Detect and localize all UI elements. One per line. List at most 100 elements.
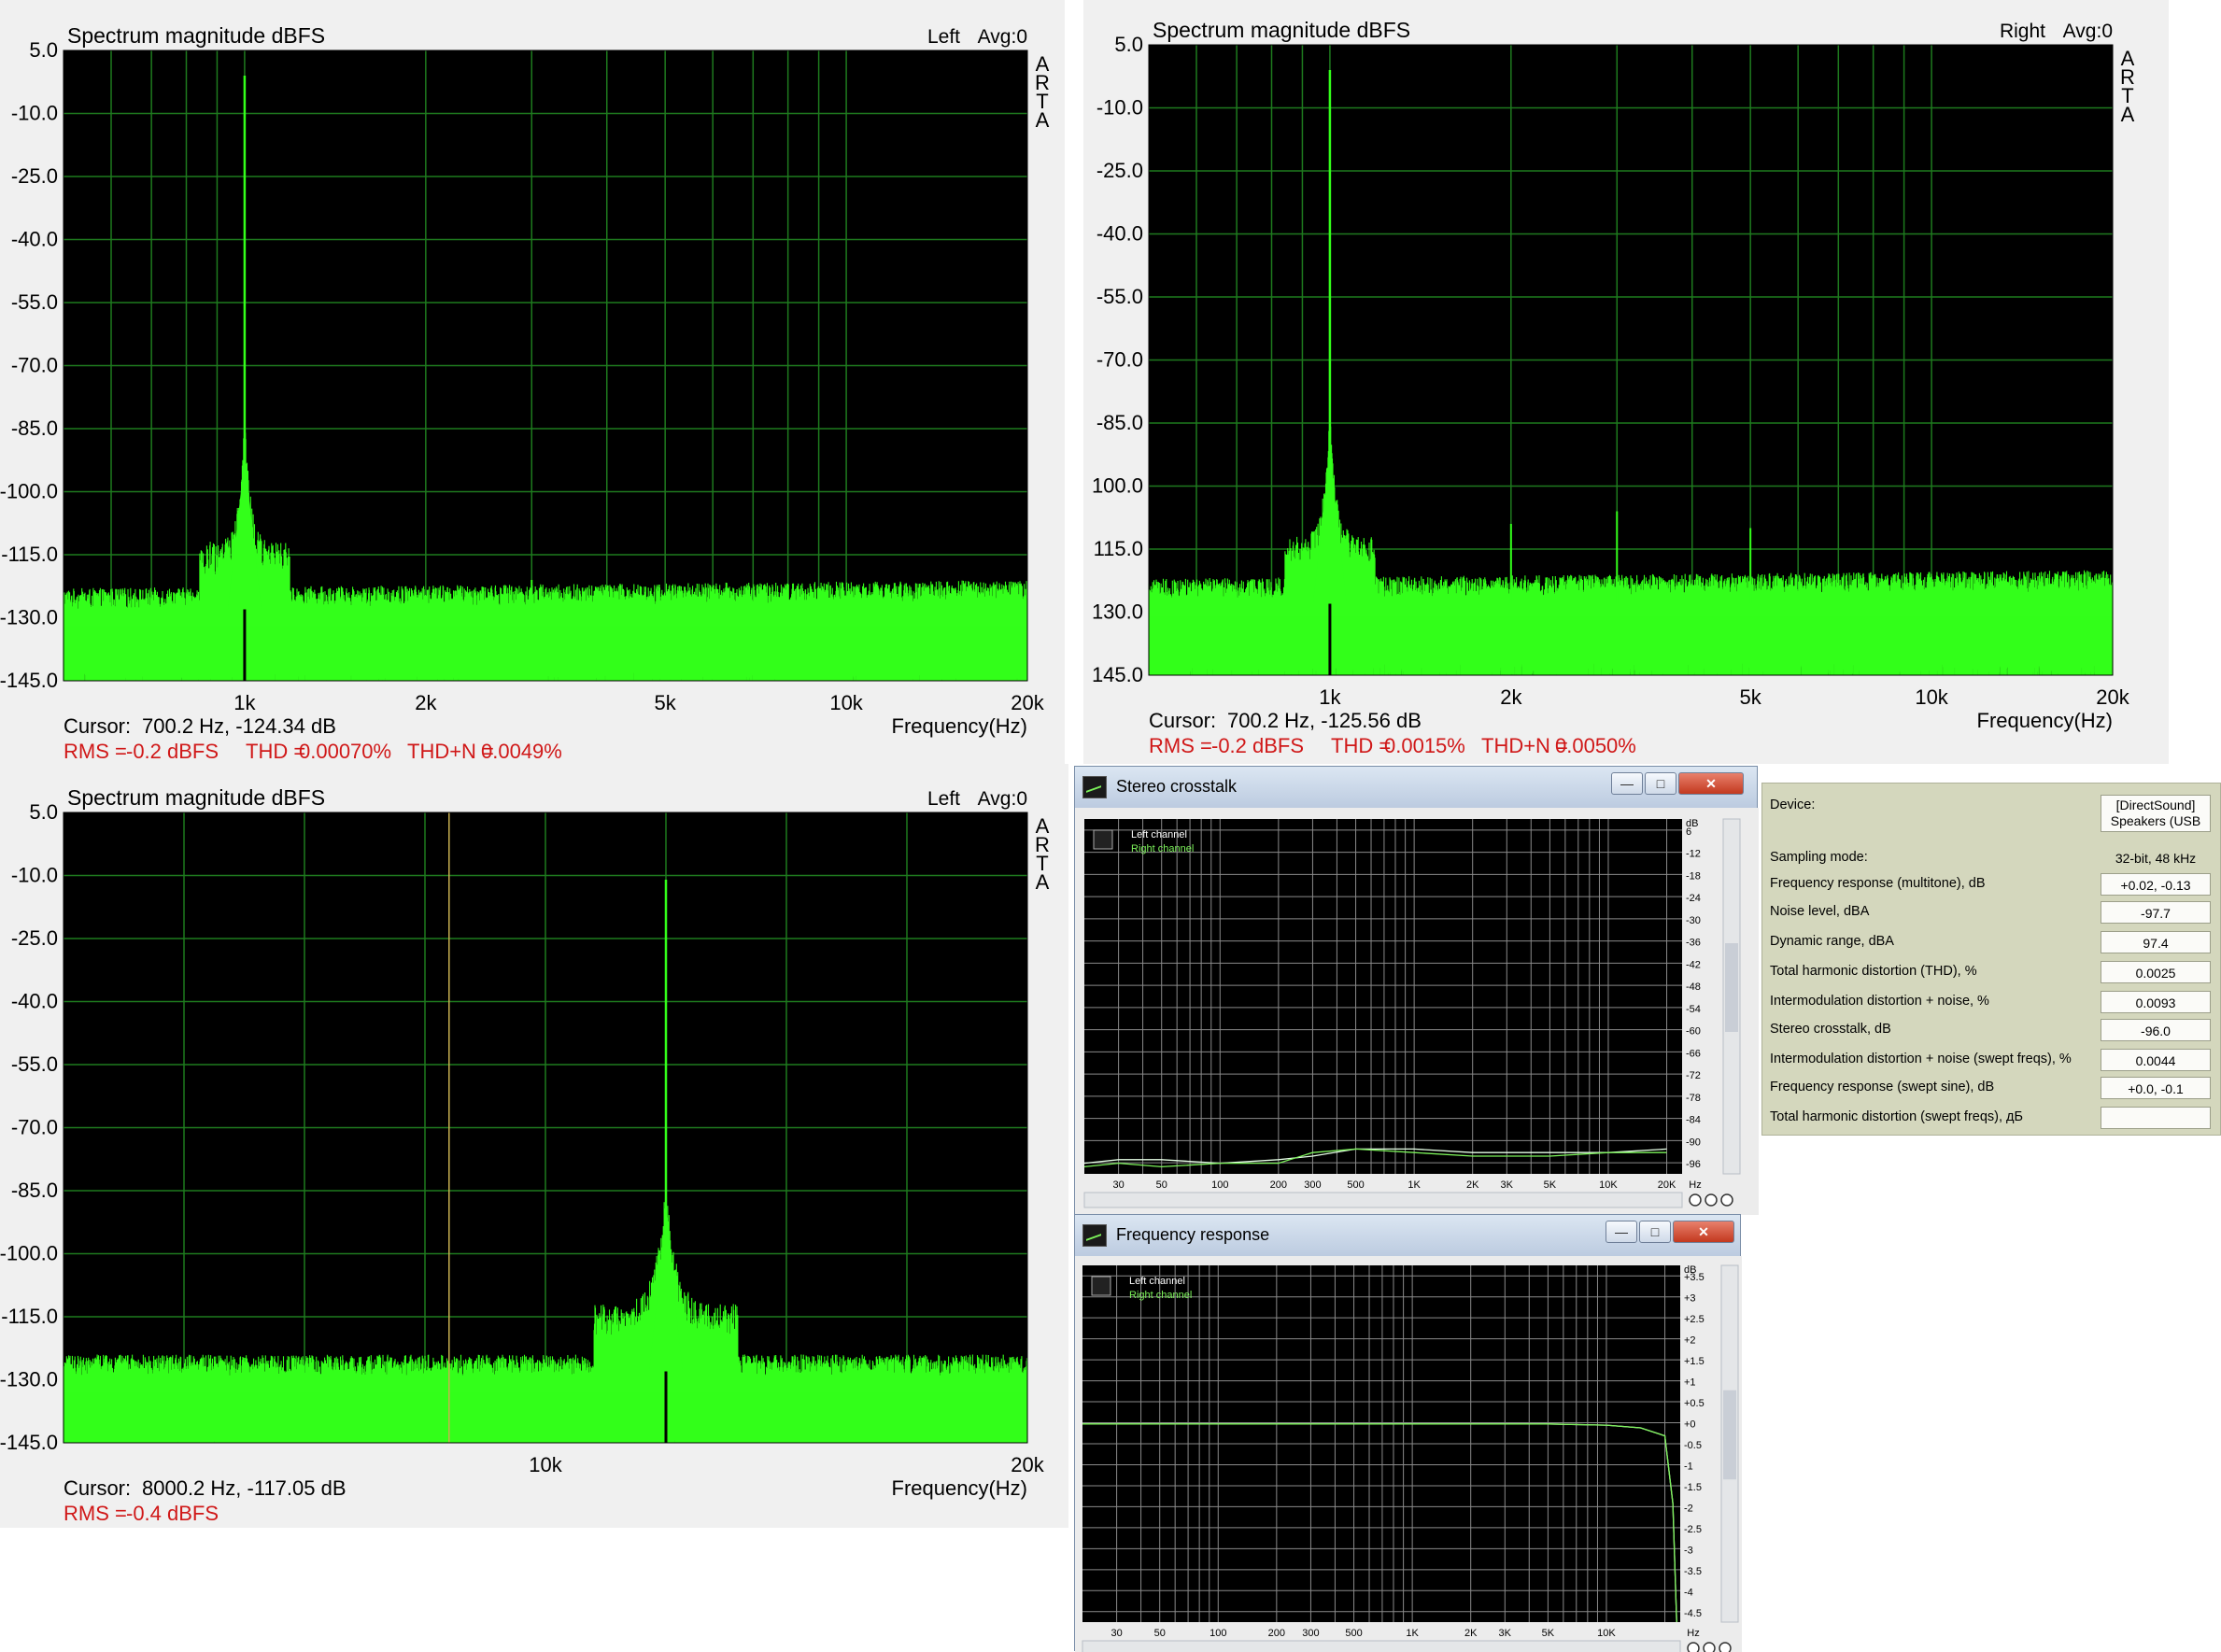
y-tick-label: -3.5 xyxy=(1684,1566,1702,1577)
x-unit-label: Hz xyxy=(1689,1179,1701,1191)
x-tick-label: 50 xyxy=(1154,1628,1166,1639)
arta-panel-left-2: 5.0 -10.0 -25.0 -40.0 -55.0 -70.0 -85.0 -100.0 -… xyxy=(0,764,1068,1528)
maximize-button[interactable]: □ xyxy=(1645,772,1676,795)
result-label: Total harmonic distortion (THD), % xyxy=(1770,964,1977,979)
result-value: -96.0 xyxy=(2101,1019,2211,1041)
x-tick-label: 100 xyxy=(1211,1179,1228,1191)
y-tick-label: -70.0 xyxy=(11,354,58,377)
y-tick-label: -42 xyxy=(1686,959,1701,970)
arta-panel-right: 5.0 -10.0 -25.0 -40.0 -55.0 -70.0 -85.0 100.0 11… xyxy=(1083,0,2169,764)
result-row: Intermodulation distortion + noise, % 0.0… xyxy=(1762,989,2220,1015)
scroll-thumb[interactable] xyxy=(1723,1390,1736,1480)
crosstalk-titlebar[interactable]: Stereo crosstalk — □ ✕ xyxy=(1075,767,1757,808)
arta-side-letter: A xyxy=(2121,103,2135,126)
y-tick-label: -85.0 xyxy=(1096,411,1143,434)
result-value: 0.0025 xyxy=(2101,961,2211,983)
legend-entry: Left channel xyxy=(1131,829,1187,840)
result-value xyxy=(2101,1107,2211,1129)
zoom-out-icon[interactable] xyxy=(1705,1193,1718,1207)
y-tick-label: -70.0 xyxy=(1096,348,1143,372)
device-field[interactable]: [DirectSound] Speakers (USB xyxy=(2101,795,2211,832)
y-tick-label: -115.0 xyxy=(1,1305,58,1328)
stat-value: -0.2 dBFS xyxy=(126,740,219,763)
y-tick-label: -24 xyxy=(1686,893,1701,904)
channel-label: Left xyxy=(927,788,960,810)
channel-label: Left xyxy=(927,26,960,48)
stat-value: 0.0050% xyxy=(1555,734,1636,757)
horizontal-scrollbar[interactable] xyxy=(1082,1640,1681,1652)
y-tick-label: -12 xyxy=(1686,849,1701,860)
legend-icon[interactable] xyxy=(1093,829,1113,850)
y-tick-label: -130.0 xyxy=(0,1368,58,1391)
crosstalk-chart[interactable]: 6-12-18-24-30-36-42-48-54-60-66-72-78-84… xyxy=(1075,808,1759,1215)
crosstalk-window: Stereo crosstalk — □ ✕ 6 -12 -18 -24 -30 -36-… xyxy=(1074,766,1759,1215)
close-button[interactable]: ✕ xyxy=(1673,1221,1734,1243)
x-tick-label: 500 xyxy=(1345,1628,1362,1639)
y-tick-label: -10.0 xyxy=(11,864,58,887)
result-row: Device: [DirectSound] Speakers (USB xyxy=(1762,793,2220,836)
result-row: Sampling mode: 32-bit, 48 kHz xyxy=(1762,845,2220,871)
x-tick-label: 100 xyxy=(1210,1628,1226,1639)
window-title: Frequency response xyxy=(1116,1225,1270,1244)
y-tick-label: -4 xyxy=(1684,1587,1693,1598)
x-tick-label: 20K xyxy=(1658,1179,1676,1191)
stat-label: RMS = xyxy=(64,1502,127,1525)
minimize-button[interactable]: — xyxy=(1611,772,1643,795)
freqresp-titlebar[interactable]: Frequency response — □ ✕ xyxy=(1075,1215,1740,1256)
y-tick-label: -40.0 xyxy=(11,228,58,251)
y-tick-label: -100.0 xyxy=(0,480,58,503)
maximize-button[interactable]: □ xyxy=(1639,1221,1671,1243)
freqresp-chart[interactable]: +3.5+3+2.5+2+1.5+1+0.5+0-0.5-1-1.5-2-2.5… xyxy=(1075,1256,1742,1652)
minimize-button[interactable]: — xyxy=(1606,1221,1637,1243)
x-tick-label: 10k xyxy=(1915,685,1948,709)
y-tick-label: +1.5 xyxy=(1684,1356,1705,1367)
y-tick-label: 145.0 xyxy=(1092,663,1143,686)
y-tick-label: -25.0 xyxy=(11,926,58,950)
y-tick-label: -96 xyxy=(1686,1159,1701,1170)
cursor-label: Cursor: xyxy=(1149,709,1216,732)
arta-side-letter: A xyxy=(1036,108,1050,132)
legend-icon[interactable] xyxy=(1091,1276,1111,1296)
y-tick-label: 115.0 xyxy=(1094,537,1143,560)
arta-side-letter: A xyxy=(1036,870,1050,894)
freqresp-window: Frequency response — □ ✕ +3.5 +3 +2.5 +2 +1.… xyxy=(1074,1214,1742,1652)
zoom-in-icon[interactable] xyxy=(1689,1193,1702,1207)
x-tick-label: 30 xyxy=(1112,1179,1124,1191)
result-row: Dynamic range, dBA 97.4 xyxy=(1762,929,2220,955)
scroll-thumb[interactable] xyxy=(1725,943,1738,1032)
plot-area xyxy=(1084,819,1682,1174)
chart-title: Spectrum magnitude dBFS xyxy=(67,785,325,810)
result-row: Noise level, dBA -97.7 xyxy=(1762,899,2220,925)
y-tick-label: -10.0 xyxy=(11,102,58,125)
x-tick-label: 3K xyxy=(1499,1628,1512,1639)
cursor-label: Cursor: xyxy=(64,714,131,738)
horizontal-scrollbar[interactable] xyxy=(1083,1192,1683,1208)
result-value: +0.02, -0.13 xyxy=(2101,873,2211,896)
y-tick-label: +1 xyxy=(1684,1377,1696,1389)
x-tick-label: 2k xyxy=(415,691,437,714)
y-tick-label: 5.0 xyxy=(29,800,58,824)
y-tick-label: -54 xyxy=(1686,1004,1701,1015)
stat-value: -0.4 dBFS xyxy=(126,1502,219,1525)
y-tick-label: -30 xyxy=(1686,915,1701,926)
x-axis-label: Frequency(Hz) xyxy=(892,1476,1027,1500)
y-tick-label: +3 xyxy=(1684,1293,1696,1305)
x-tick-label: 2K xyxy=(1464,1628,1478,1639)
y-tick-label: -78 xyxy=(1686,1093,1701,1104)
result-row: Total harmonic distortion (swept freqs),… xyxy=(1762,1105,2220,1131)
y-tick-label: -72 xyxy=(1686,1070,1701,1081)
zoom-fit-icon[interactable] xyxy=(1720,1193,1733,1207)
stat-value: 0.0015% xyxy=(1384,734,1465,757)
spectrum-chart-right[interactable]: 5.0 -10.0 -25.0 -40.0 -55.0 -70.0 -85.0 100.0 11… xyxy=(1083,0,2169,764)
channel-label: Right xyxy=(2000,21,2045,42)
close-button[interactable]: ✕ xyxy=(1678,772,1744,795)
spectrum-chart-left-1[interactable]: 5.0 -10.0 -25.0 -40.0 -55.0 -70.0 -85.0 -100.0 -… xyxy=(0,0,1065,764)
y-tick-label: 5.0 xyxy=(1114,33,1143,56)
y-tick-label: -25.0 xyxy=(11,164,58,188)
legend-entry: Left channel xyxy=(1129,1276,1185,1287)
result-row: Frequency response (multitone), dB +0.02,… xyxy=(1762,871,2220,897)
stat-label: THD = xyxy=(246,740,305,763)
x-tick-label: 5k xyxy=(655,691,677,714)
y-tick-label: -10.0 xyxy=(1096,96,1143,120)
spectrum-chart-left-2[interactable]: 5.0 -10.0 -25.0 -40.0 -55.0 -70.0 -85.0 -100.0 -… xyxy=(0,764,1068,1528)
